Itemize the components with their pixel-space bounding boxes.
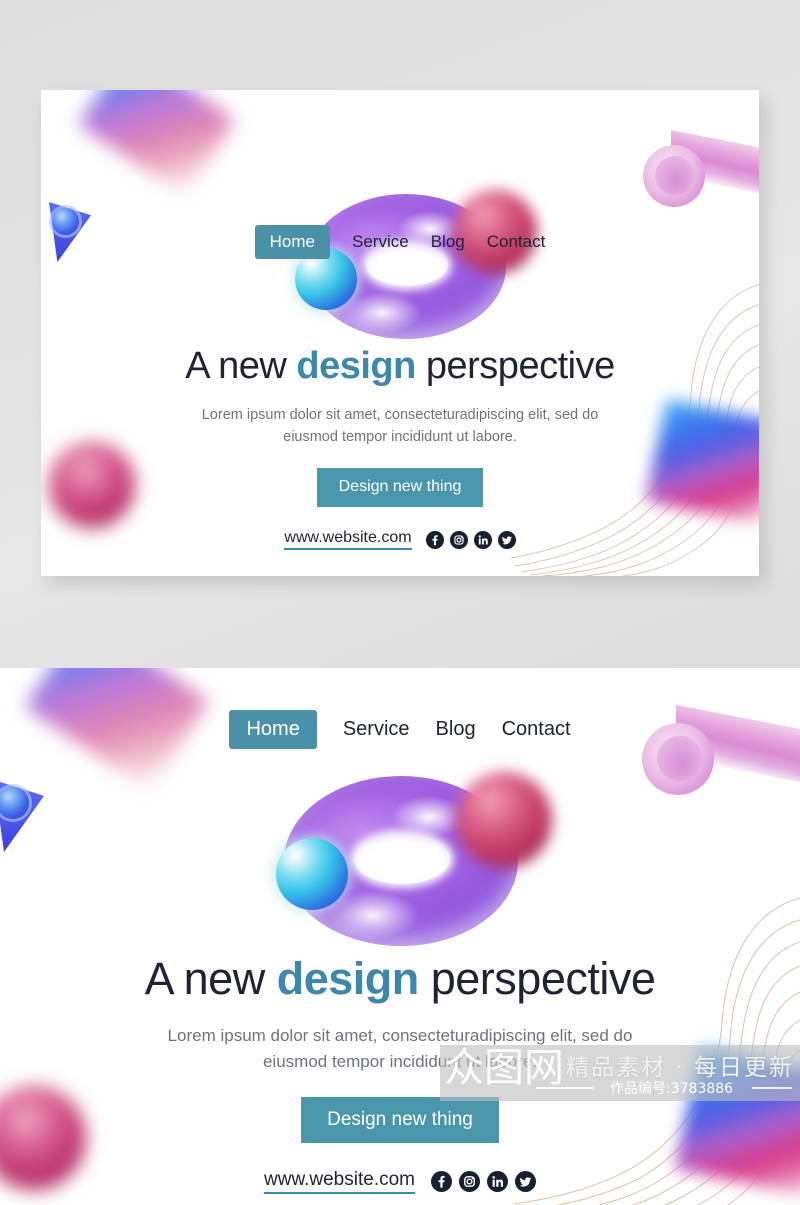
decor-torus-3d-bottom bbox=[284, 776, 518, 946]
website-link[interactable]: www.website.com bbox=[284, 529, 412, 550]
cta-design-new-thing[interactable]: Design new thing bbox=[316, 468, 484, 507]
page-headline-bottom: A new design perspective bbox=[0, 953, 800, 1005]
watermark-work-id: 作品编号:3783886 bbox=[610, 1081, 734, 1097]
website-link-bottom[interactable]: www.website.com bbox=[264, 1169, 415, 1194]
watermark-logo: 众图网 bbox=[444, 1046, 564, 1090]
watermark-tagline: 精品素材 · 每日更新 bbox=[566, 1055, 794, 1081]
headline-part-1-bottom: A new bbox=[144, 953, 277, 1004]
nav-item-contact[interactable]: Contact bbox=[487, 232, 546, 252]
decor-cyan-sphere-left-bottom bbox=[276, 838, 348, 910]
nav-item-home-bottom[interactable]: Home bbox=[229, 710, 317, 749]
decor-blurred-cylinder-topleft bbox=[78, 90, 236, 196]
decor-red-sphere-top-bottom bbox=[456, 772, 552, 868]
decor-pink-tube-right bbox=[633, 130, 759, 222]
page-headline: A new design perspective bbox=[41, 345, 759, 388]
headline-part-2-bottom: perspective bbox=[418, 953, 656, 1004]
linkedin-icon[interactable] bbox=[473, 530, 492, 549]
hero-content-top: A new design perspective Lorem ipsum dol… bbox=[41, 345, 759, 550]
social-links bbox=[425, 530, 516, 549]
design-preview-card-bottom: Home Service Blog Contact A new design p… bbox=[0, 668, 800, 1205]
headline-accent: design bbox=[296, 345, 416, 387]
watermark-dash-left bbox=[536, 1087, 594, 1089]
hero-subtext: Lorem ipsum dolor sit amet, consectetura… bbox=[41, 404, 759, 448]
twitter-icon[interactable] bbox=[497, 530, 516, 549]
nav-item-service-bottom[interactable]: Service bbox=[343, 718, 410, 741]
social-links-bottom bbox=[431, 1171, 536, 1192]
page-root: Home Service Blog Contact A new design p… bbox=[0, 0, 800, 1205]
hero-top: Home Service Blog Contact A new design p… bbox=[41, 90, 759, 576]
nav-item-blog[interactable]: Blog bbox=[431, 232, 465, 252]
nav-item-contact-bottom[interactable]: Contact bbox=[502, 718, 571, 741]
hero-footer-top: www.website.com bbox=[41, 529, 759, 550]
facebook-icon-bottom[interactable] bbox=[431, 1171, 452, 1192]
nav-item-blog-bottom[interactable]: Blog bbox=[436, 718, 476, 741]
nav-item-home[interactable]: Home bbox=[254, 225, 331, 259]
facebook-icon[interactable] bbox=[425, 530, 444, 549]
decor-blue-cone-left-bottom bbox=[0, 780, 44, 852]
linkedin-icon-bottom[interactable] bbox=[487, 1171, 508, 1192]
hero-subtext-line-1: Lorem ipsum dolor sit amet, consectetura… bbox=[201, 407, 599, 423]
twitter-icon-bottom[interactable] bbox=[515, 1171, 536, 1192]
hero-footer-bottom: www.website.com bbox=[0, 1169, 800, 1194]
watermark-logo-text: 众图网 bbox=[444, 1045, 564, 1091]
headline-part-1: A new bbox=[185, 345, 297, 387]
navbar-top: Home Service Blog Contact bbox=[41, 225, 759, 259]
navbar-bottom: Home Service Blog Contact bbox=[0, 710, 800, 749]
instagram-icon[interactable] bbox=[449, 530, 468, 549]
headline-accent-bottom: design bbox=[276, 953, 420, 1004]
instagram-icon-bottom[interactable] bbox=[459, 1171, 480, 1192]
nav-item-service[interactable]: Service bbox=[352, 232, 409, 252]
design-preview-card-top: Home Service Blog Contact A new design p… bbox=[41, 90, 759, 576]
watermark-dash-right bbox=[752, 1087, 792, 1089]
hero-bottom: Home Service Blog Contact A new design p… bbox=[0, 668, 800, 1205]
decor-torus-3d bbox=[306, 194, 506, 339]
hero-subtext-line-2: eiusmod tempor incididunt ut labore. bbox=[283, 429, 517, 445]
cta-design-new-thing-bottom[interactable]: Design new thing bbox=[301, 1097, 499, 1143]
headline-part-2: perspective bbox=[415, 345, 615, 387]
hero-subtext-line-1-bottom: Lorem ipsum dolor sit amet, consectetura… bbox=[167, 1026, 633, 1045]
